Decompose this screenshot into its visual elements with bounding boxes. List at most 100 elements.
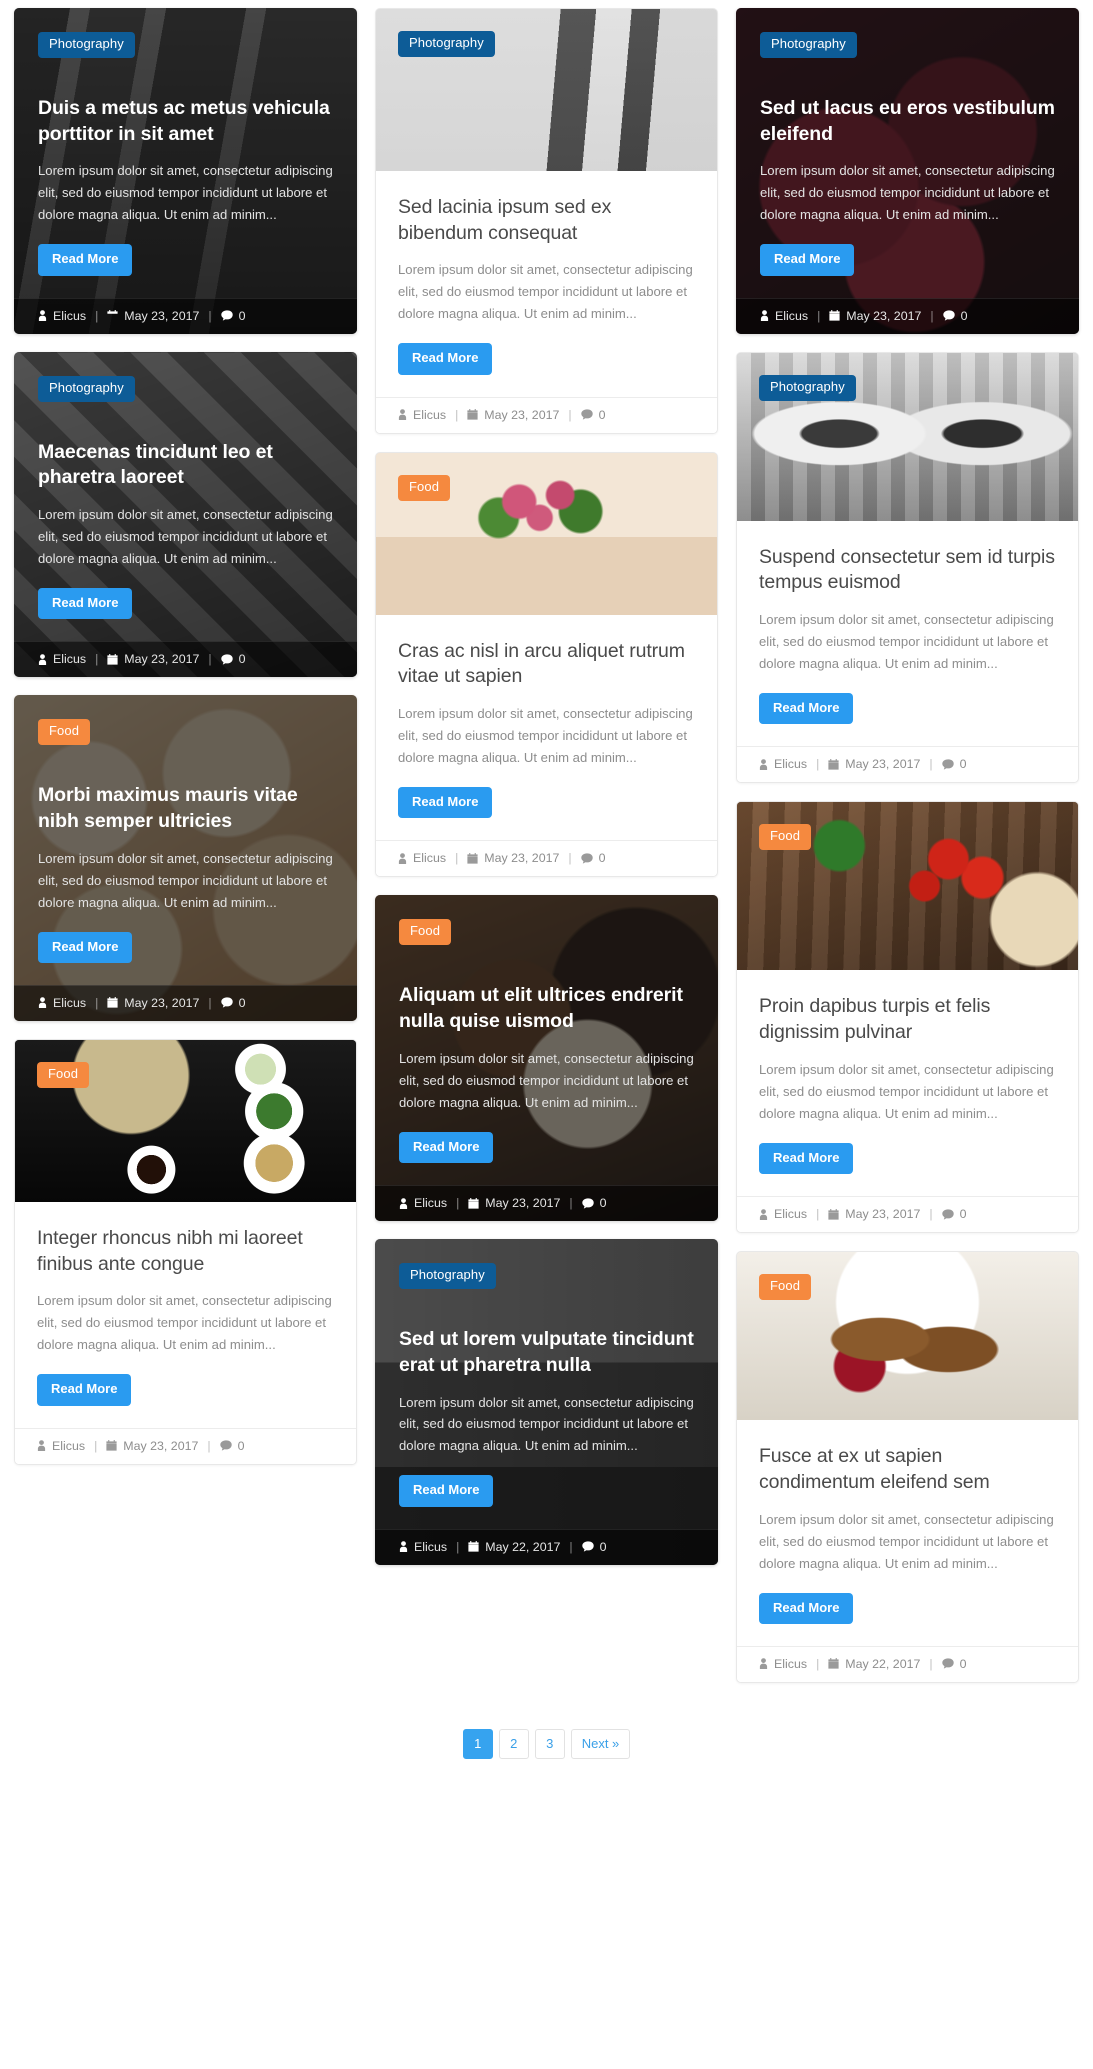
post-card[interactable]: Food Cras ac nisl in arcu aliquet rutrum… (375, 451, 718, 878)
meta-comments[interactable]: 0 (220, 309, 246, 323)
category-badge[interactable]: Food (398, 474, 451, 501)
post-card[interactable]: Food Aliquam ut elit ultrices endrerit n… (375, 895, 718, 1222)
meta-author[interactable]: Elicus (759, 757, 807, 771)
user-icon (37, 1440, 46, 1452)
read-more-button[interactable]: Read More (759, 1592, 854, 1624)
meta-comments[interactable]: 0 (941, 1657, 967, 1671)
card-body: Aliquam ut elit ultrices endrerit nulla … (375, 921, 718, 1185)
category-badge[interactable]: Photography (398, 31, 495, 57)
post-title[interactable]: Integer rhoncus nibh mi laoreet finibus … (37, 1226, 334, 1277)
pagination: 1 2 3 Next » (14, 1728, 1079, 1759)
meta-date: May 23, 2017 (828, 757, 920, 771)
post-title[interactable]: Cras ac nisl in arcu aliquet rutrum vita… (398, 639, 695, 690)
post-excerpt: Lorem ipsum dolor sit amet, consectetur … (398, 262, 693, 322)
post-title[interactable]: Morbi maximus mauris vitae nibh semper u… (38, 783, 333, 834)
post-card[interactable]: Photography Sed lacinia ipsum sed ex bib… (375, 8, 718, 434)
read-more-button[interactable]: Read More (38, 931, 133, 963)
post-card[interactable]: Food Integer rhoncus nibh mi laoreet fin… (14, 1038, 357, 1465)
pagination-page-1[interactable]: 1 (462, 1728, 493, 1759)
post-title[interactable]: Suspend consectetur sem id turpis tempus… (759, 545, 1056, 596)
read-more-button[interactable]: Read More (38, 588, 133, 620)
post-card[interactable]: Food Morbi maximus mauris vitae nibh sem… (14, 695, 357, 1021)
post-thumbnail[interactable]: Photography (376, 9, 717, 171)
meta-separator: | (95, 308, 99, 323)
meta-author[interactable]: Elicus (759, 1657, 807, 1671)
meta-author[interactable]: Elicus (399, 1540, 447, 1554)
post-title[interactable]: Duis a metus ac metus vehicula porttitor… (38, 96, 333, 147)
meta-author[interactable]: Elicus (37, 1439, 85, 1453)
post-card[interactable]: Food Proin dapibus turpis et felis digni… (736, 801, 1079, 1234)
meta-comments[interactable]: 0 (580, 408, 606, 422)
read-more-button[interactable]: Read More (398, 787, 493, 819)
category-badge[interactable]: Food (759, 824, 812, 851)
card-body: Integer rhoncus nibh mi laoreet finibus … (15, 1202, 356, 1428)
meta-separator: | (94, 1438, 98, 1453)
post-thumbnail[interactable]: Food (737, 1252, 1078, 1421)
category-badge[interactable]: Photography (759, 374, 856, 401)
category-badge[interactable]: Food (37, 1061, 90, 1088)
meta-author[interactable]: Elicus (399, 1196, 447, 1210)
post-title[interactable]: Aliquam ut elit ultrices endrerit nulla … (399, 983, 694, 1034)
meta-author[interactable]: Elicus (398, 851, 446, 865)
meta-comments[interactable]: 0 (580, 851, 606, 865)
calendar-icon (107, 997, 118, 1009)
post-card[interactable]: Photography Maecenas tincidunt leo et ph… (14, 351, 357, 678)
post-title[interactable]: Maecenas tincidunt leo et pharetra laore… (38, 440, 333, 491)
meta-comments[interactable]: 0 (941, 757, 967, 771)
post-title[interactable]: Proin dapibus turpis et felis dignissim … (759, 994, 1056, 1045)
meta-separator: | (817, 308, 821, 323)
meta-comments[interactable]: 0 (220, 996, 246, 1010)
calendar-icon (828, 1658, 839, 1669)
meta-author-label: Elicus (413, 407, 447, 422)
post-thumbnail[interactable]: Food (737, 802, 1078, 971)
post-title[interactable]: Sed lacinia ipsum sed ex bibendum conseq… (398, 195, 695, 246)
post-thumbnail[interactable]: Food (376, 452, 717, 615)
meta-comments[interactable]: 0 (581, 1196, 607, 1210)
read-more-button[interactable]: Read More (760, 244, 855, 276)
pagination-next-button[interactable]: Next » (570, 1728, 631, 1759)
meta-comments[interactable]: 0 (942, 309, 968, 323)
meta-comments[interactable]: 0 (941, 1207, 967, 1221)
post-thumbnail[interactable]: Food (15, 1039, 356, 1202)
post-thumbnail[interactable]: Photography (737, 352, 1078, 521)
read-more-button[interactable]: Read More (399, 1475, 494, 1507)
meta-author[interactable]: Elicus (38, 309, 86, 323)
post-title[interactable]: Fusce at ex ut sapien condimentum eleife… (759, 1444, 1056, 1495)
meta-author[interactable]: Elicus (38, 652, 86, 666)
post-card[interactable]: Photography Sed ut lorem vulputate tinci… (375, 1239, 718, 1565)
meta-separator: | (816, 1656, 820, 1671)
post-title[interactable]: Sed ut lorem vulputate tincidunt erat ut… (399, 1327, 694, 1378)
pagination-page-3[interactable]: 3 (534, 1728, 565, 1759)
post-meta: Elicus | May 23, 2017 | 0 (14, 984, 357, 1021)
meta-comments[interactable]: 0 (219, 1439, 245, 1453)
meta-date-label: May 22, 2017 (485, 1539, 561, 1554)
read-more-button[interactable]: Read More (399, 1131, 494, 1164)
read-more-button[interactable]: Read More (759, 1142, 854, 1175)
post-card[interactable]: Photography Duis a metus ac metus vehicu… (14, 8, 357, 334)
meta-separator: | (456, 1539, 460, 1554)
post-title[interactable]: Sed ut lacus eu eros vestibulum eleifend (760, 96, 1055, 147)
post-card[interactable]: Photography Sed ut lacus eu eros vestibu… (736, 8, 1079, 334)
comment-icon (220, 310, 233, 321)
post-card[interactable]: Food Fusce at ex ut sapien condimentum e… (736, 1251, 1079, 1683)
post-card[interactable]: Photography Suspend consectetur sem id t… (736, 351, 1079, 784)
pagination-page-2[interactable]: 2 (498, 1728, 529, 1759)
category-badge[interactable]: Food (759, 1274, 812, 1301)
read-more-button[interactable]: Read More (759, 693, 854, 725)
meta-author[interactable]: Elicus (398, 408, 446, 422)
meta-author[interactable]: Elicus (759, 1207, 807, 1221)
read-more-button[interactable]: Read More (38, 244, 133, 276)
meta-separator: | (208, 308, 212, 323)
read-more-button[interactable]: Read More (398, 343, 493, 375)
meta-separator: | (816, 1207, 820, 1222)
read-more-button[interactable]: Read More (37, 1374, 132, 1406)
card-body: Sed lacinia ipsum sed ex bibendum conseq… (376, 171, 717, 397)
meta-comments[interactable]: 0 (220, 652, 246, 666)
post-meta: Elicus | May 23, 2017 | 0 (736, 297, 1079, 334)
meta-comments[interactable]: 0 (581, 1540, 607, 1554)
meta-author[interactable]: Elicus (38, 996, 86, 1010)
meta-separator: | (208, 995, 212, 1010)
meta-separator: | (816, 757, 820, 772)
meta-author[interactable]: Elicus (760, 309, 808, 323)
user-icon (760, 310, 769, 322)
